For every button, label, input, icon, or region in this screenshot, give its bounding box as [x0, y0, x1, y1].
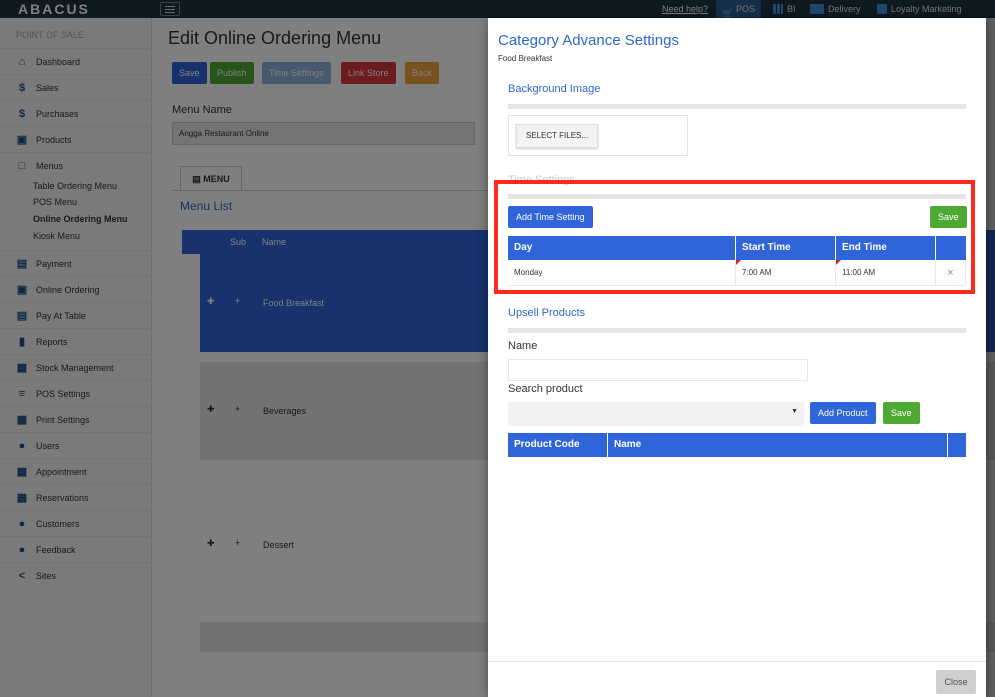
search-product-label: Search product: [508, 383, 583, 395]
page-scrollbar[interactable]: [986, 18, 995, 697]
modal-footer-divider: [488, 661, 986, 662]
category-advance-settings-modal: Category Advance Settings Food Breakfast…: [488, 18, 986, 697]
upsell-name-input[interactable]: [508, 359, 808, 381]
column-header-actions: [948, 433, 966, 457]
modal-title: Category Advance Settings: [498, 32, 679, 49]
highlight-annotation-box: [494, 180, 975, 294]
column-header-product-code[interactable]: Product Code: [508, 433, 608, 457]
add-product-button[interactable]: Add Product: [810, 402, 876, 424]
section-divider: [508, 328, 966, 333]
name-label: Name: [508, 340, 538, 352]
file-upload-area[interactable]: SELECT FILES...: [508, 115, 688, 156]
column-header-name[interactable]: Name: [608, 433, 948, 457]
upsell-products-header: Upsell Products: [508, 307, 586, 319]
search-product-select[interactable]: ▼: [508, 402, 804, 426]
section-divider: [508, 104, 966, 109]
chevron-down-icon: ▼: [791, 408, 798, 415]
close-button[interactable]: Close: [936, 670, 976, 694]
save-upsell-button[interactable]: Save: [883, 402, 920, 424]
background-image-header: Background Image: [508, 83, 601, 95]
select-files-button[interactable]: SELECT FILES...: [516, 124, 598, 148]
modal-subtitle: Food Breakfast: [498, 54, 553, 63]
